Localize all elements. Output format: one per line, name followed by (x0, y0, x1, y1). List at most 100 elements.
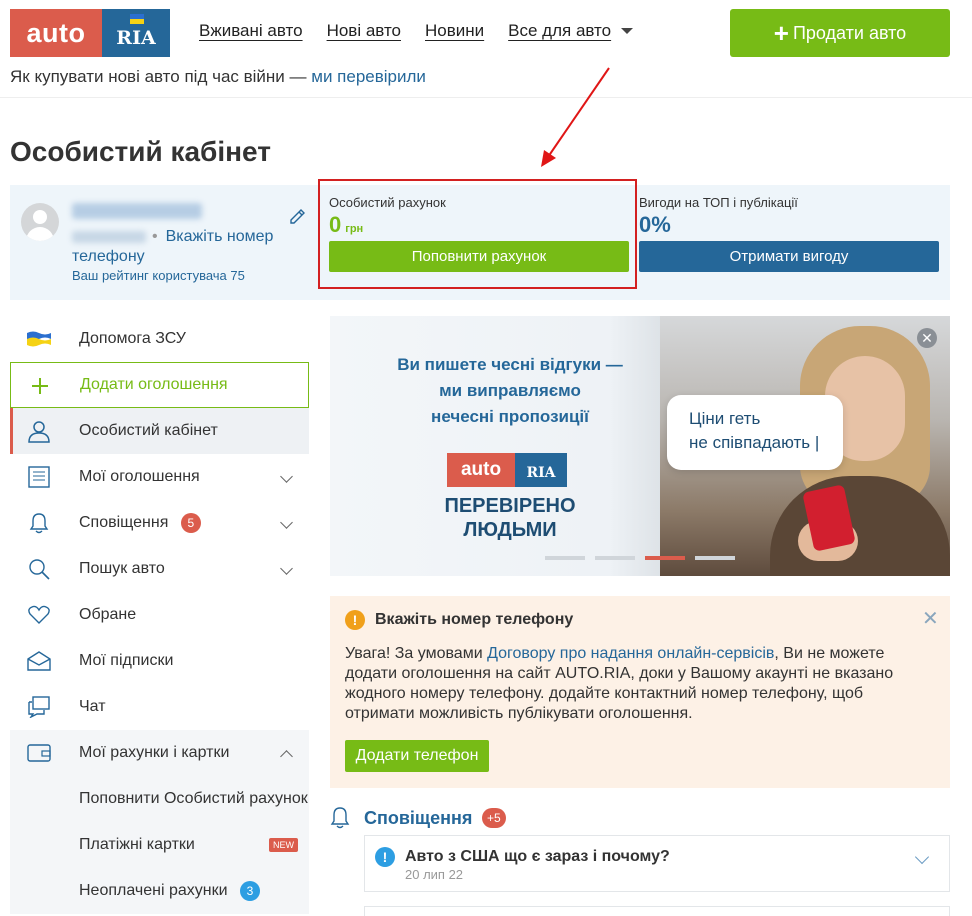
sidebar-item-label: Мої оголошення (79, 468, 200, 485)
envelope-icon (26, 649, 52, 673)
promo-carousel[interactable]: Ви пишете чесні відгуки — ми виправляємо… (330, 316, 950, 576)
page-title: Особистий кабінет (10, 136, 271, 167)
chevron-up-icon (280, 750, 293, 763)
sidebar-item-label: Додати оголошення (80, 376, 228, 393)
plus-icon (27, 374, 53, 398)
nav-news[interactable]: Новини (425, 21, 484, 41)
sidebar-item-favorites[interactable]: Обране (10, 592, 309, 638)
nav-all-for-cars-label[interactable]: Все для авто (508, 21, 611, 41)
chevron-down-icon (280, 516, 293, 529)
user-icon (26, 419, 52, 443)
close-icon[interactable]: ✕ (917, 328, 937, 348)
notification-title: Авто з США що є зараз і почому? (405, 848, 670, 865)
new-badge: NEW (269, 838, 298, 852)
notification-item[interactable]: ! Авто з США що є зараз і почому? 20 лип… (364, 835, 950, 892)
main-nav: Вживані авто Нові авто Новини Все для ав… (199, 21, 634, 41)
topup-account-button[interactable]: Поповнити рахунок (329, 241, 629, 272)
logo-auto: auto (10, 9, 102, 57)
carousel-dot[interactable] (595, 556, 635, 560)
promo-text: Як купувати нові авто під час війни — (10, 67, 307, 86)
user-name-blurred (72, 203, 202, 219)
pencil-icon[interactable] (288, 205, 308, 225)
chat-icon (26, 695, 52, 719)
alert-text: Увага! За умовами Договору про надання о… (345, 645, 894, 722)
alert-title: Вкажіть номер телефону (375, 611, 574, 628)
carousel-dots (545, 556, 735, 560)
warning-icon: ! (345, 610, 365, 630)
sidebar-item-label: Мої підписки (79, 652, 174, 669)
sidebar-subitem-unpaid-invoices[interactable]: Неоплачені рахунки 3 (10, 868, 309, 914)
info-icon: ! (375, 847, 395, 867)
sell-car-label: Продати авто (792, 22, 907, 43)
account-balance: 0 грн (329, 212, 364, 237)
chevron-down-icon (280, 562, 293, 575)
caret-down-icon (621, 28, 634, 34)
notification-date: 20 лип 22 (405, 867, 464, 882)
carousel-dot[interactable] (695, 556, 735, 560)
sidebar-item-my-listings[interactable]: Мої оголошення (10, 454, 309, 500)
nav-new-cars[interactable]: Нові авто (327, 21, 401, 41)
sidebar-item-add-listing[interactable]: Додати оголошення (10, 362, 309, 408)
close-icon[interactable]: ✕ (922, 606, 939, 631)
heart-icon (26, 603, 52, 627)
benefits-label: Вигоди на ТОП і публікації (639, 195, 798, 210)
promo-link[interactable]: ми перевірили (311, 67, 426, 86)
sidebar-subitem-label: Неоплачені рахунки 3 (79, 881, 260, 901)
carousel-dot[interactable] (545, 556, 585, 560)
search-icon (26, 557, 52, 581)
sidebar-subitem-label: Поповнити Особистий рахунок (79, 790, 308, 807)
header: auto RIA Вживані авто Нові авто Новини В… (0, 0, 972, 98)
add-phone-button[interactable]: Додати телефон (345, 740, 489, 772)
chevron-down-icon (280, 470, 293, 483)
sidebar: Допомога ЗСУ Додати оголошення Особистий… (10, 316, 309, 914)
notifications-badge: +5 (482, 808, 506, 828)
sidebar-subitem-topup[interactable]: Поповнити Особистий рахунок (10, 776, 309, 822)
nav-used-cars[interactable]: Вживані авто (199, 21, 303, 41)
phone-warning-alert: ! Вкажіть номер телефону ✕ Увага! За умо… (330, 596, 950, 788)
sidebar-item-search[interactable]: Пошук авто (10, 546, 309, 592)
sidebar-item-label: Сповіщення 5 (79, 513, 201, 533)
banner-verified-text: ПЕРЕВІРЕНО ЛЮДЬМИ (444, 495, 576, 541)
list-icon (26, 465, 52, 489)
sidebar-item-label: Пошук авто (79, 560, 165, 577)
sidebar-item-subscriptions[interactable]: Мої підписки (10, 638, 309, 684)
sidebar-item-notifications[interactable]: Сповіщення 5 (10, 500, 309, 546)
agreement-link[interactable]: Договору про надання онлайн-сервісів (487, 645, 774, 662)
wallet-icon (26, 741, 52, 765)
benefits-value: 0% (639, 212, 671, 237)
sidebar-item-zsu-help[interactable]: Допомога ЗСУ (10, 316, 309, 362)
account-label: Особистий рахунок (329, 195, 446, 210)
notification-count-badge: 5 (180, 513, 201, 533)
bell-icon (26, 511, 52, 535)
sidebar-subitem-payment-cards[interactable]: Платіжні картки NEW (10, 822, 309, 868)
banner-headline: Ви пишете чесні відгуки — ми виправляємо… (397, 355, 623, 426)
sidebar-item-accounts-cards[interactable]: Мої рахунки і картки (10, 730, 309, 776)
logo-ria: RIA (102, 9, 170, 57)
banner-speech-bubble: Ціни геть не співпадають | (667, 395, 843, 470)
ukraine-flag-icon (26, 327, 52, 351)
autoria-logo[interactable]: auto RIA (10, 9, 170, 57)
add-phone-link[interactable]: • Вкажіть номер телефону (72, 227, 292, 267)
sidebar-item-chat[interactable]: Чат (10, 684, 309, 730)
carousel-dot-active[interactable] (645, 556, 685, 560)
sidebar-item-label: Допомога ЗСУ (79, 330, 186, 347)
sidebar-item-label: Обране (79, 606, 137, 623)
sidebar-item-cabinet[interactable]: Особистий кабінет (10, 408, 309, 454)
banner-autoria-logo: auto RIA (447, 453, 567, 487)
bell-icon (330, 807, 350, 829)
get-benefit-button[interactable]: Отримати вигоду (639, 241, 939, 272)
sidebar-item-label: Мої рахунки і картки (79, 744, 230, 761)
notifications-header: Сповіщення +5 (330, 805, 950, 831)
notification-item[interactable] (364, 906, 950, 916)
avatar (21, 203, 59, 241)
chevron-down-icon[interactable] (914, 849, 930, 865)
sidebar-item-label: Особистий кабінет (79, 422, 218, 439)
ukraine-flag-icon (130, 14, 144, 24)
nav-all-for-cars[interactable]: Все для авто (508, 21, 634, 41)
promo-banner: Як купувати нові авто під час війни — ми… (10, 67, 426, 87)
user-rating: Ваш рейтинг користувача 75 (72, 268, 245, 283)
unpaid-count-badge: 3 (240, 881, 260, 901)
sidebar-subitem-label: Платіжні картки (79, 836, 195, 853)
notifications-title[interactable]: Сповіщення (364, 808, 472, 829)
sell-car-button[interactable]: + Продати авто (730, 9, 950, 57)
